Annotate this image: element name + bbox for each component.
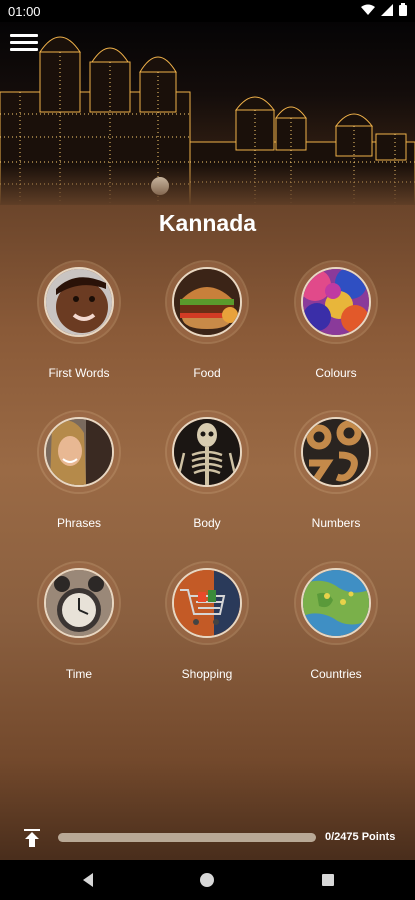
back-icon[interactable] bbox=[80, 872, 96, 888]
scroll-to-top-icon[interactable] bbox=[22, 828, 42, 848]
child-face-photo-icon bbox=[44, 267, 114, 337]
category-label: Colours bbox=[315, 366, 357, 380]
recents-icon[interactable] bbox=[320, 872, 336, 888]
wifi-icon bbox=[361, 4, 375, 15]
status-icons bbox=[361, 3, 407, 16]
app-screen: 01:00 Kannada First Words Food Colours P… bbox=[0, 0, 415, 900]
category-body[interactable]: Body bbox=[147, 412, 267, 530]
category-colours[interactable]: Colours bbox=[276, 262, 396, 380]
system-nav-bar bbox=[0, 860, 415, 900]
category-countries[interactable]: Countries bbox=[276, 563, 396, 681]
skeleton-photo-icon bbox=[172, 417, 242, 487]
battery-icon bbox=[399, 3, 407, 16]
palace-banner-image bbox=[0, 22, 415, 205]
status-bar: 01:00 bbox=[0, 0, 415, 22]
category-label: Phrases bbox=[56, 516, 102, 530]
numbers-photo-icon bbox=[301, 417, 371, 487]
category-label: First Words bbox=[48, 366, 110, 380]
map-photo-icon bbox=[301, 568, 371, 638]
alarm-clock-photo-icon bbox=[44, 568, 114, 638]
points-progress-bar bbox=[58, 833, 316, 842]
category-label: Food bbox=[193, 366, 221, 380]
category-time[interactable]: Time bbox=[19, 563, 139, 681]
color-powder-photo-icon bbox=[301, 267, 371, 337]
progress-footer: 0/2475 Points bbox=[0, 816, 415, 860]
status-time: 01:00 bbox=[8, 4, 41, 19]
signal-icon bbox=[381, 3, 393, 16]
shopping-cart-photo-icon bbox=[172, 568, 242, 638]
page-title: Kannada bbox=[158, 210, 257, 236]
burger-photo-icon bbox=[172, 267, 242, 337]
category-label: Countries bbox=[310, 667, 362, 681]
category-label: Time bbox=[65, 667, 93, 681]
category-label: Body bbox=[193, 516, 221, 530]
category-label: Numbers bbox=[311, 516, 361, 530]
category-label: Shopping bbox=[181, 667, 233, 681]
points-label: 0/2475 Points bbox=[325, 831, 396, 843]
home-icon[interactable] bbox=[199, 872, 215, 888]
category-food[interactable]: Food bbox=[147, 262, 267, 380]
category-first-words[interactable]: First Words bbox=[19, 262, 139, 380]
category-shopping[interactable]: Shopping bbox=[147, 563, 267, 681]
category-numbers[interactable]: Numbers bbox=[276, 412, 396, 530]
category-phrases[interactable]: Phrases bbox=[19, 412, 139, 530]
hamburger-icon bbox=[10, 34, 38, 37]
woman-talking-photo-icon bbox=[44, 417, 114, 487]
menu-button[interactable] bbox=[10, 30, 38, 54]
